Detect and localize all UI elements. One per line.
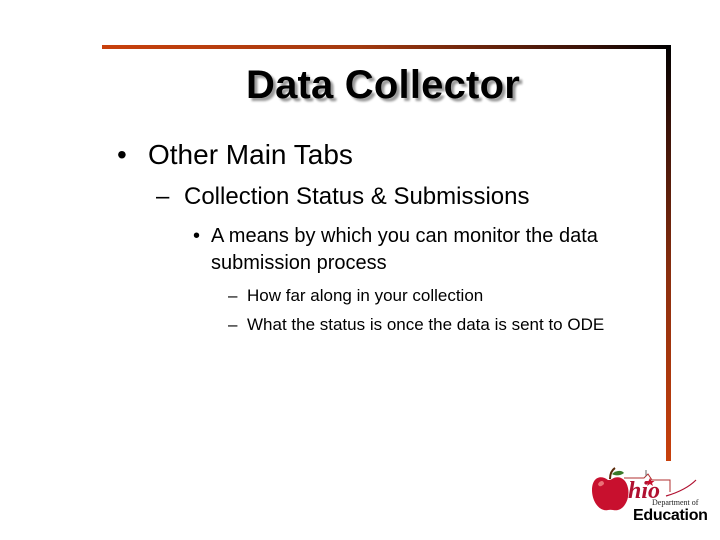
bullet-text: A means by which you can monitor the dat… xyxy=(211,225,598,274)
bullet-text: Collection Status & Submissions xyxy=(184,183,530,210)
bullet-text: What the status is once the data is sent… xyxy=(247,315,605,334)
logo-education-text: Education xyxy=(633,507,708,524)
bullet-dash-icon: – xyxy=(228,315,238,334)
bullet-dot-icon: • xyxy=(193,225,201,247)
bullet-level-4: – How far along in your collection xyxy=(228,284,638,308)
bullet-text: Other Main Tabs xyxy=(148,139,353,170)
bullet-dash-icon: – xyxy=(156,183,170,210)
bullet-level-2: – Collection Status & Submissions xyxy=(156,182,530,212)
bullet-dash-icon: – xyxy=(228,286,238,305)
slide-title: Data Collector xyxy=(246,63,520,107)
bullet-level-4: – What the status is once the data is se… xyxy=(228,313,638,337)
logo-department-text: Department of xyxy=(652,498,699,507)
top-accent-rule xyxy=(102,45,671,49)
apple-icon xyxy=(592,467,629,511)
bullet-level-1: • Other Main Tabs xyxy=(117,138,353,172)
bullet-dot-icon: • xyxy=(117,139,127,170)
ohio-department-of-education-logo: hio Department of Education xyxy=(590,466,712,526)
bullet-level-3: • A means by which you can monitor the d… xyxy=(193,223,633,277)
bullet-text: How far along in your collection xyxy=(247,286,484,305)
